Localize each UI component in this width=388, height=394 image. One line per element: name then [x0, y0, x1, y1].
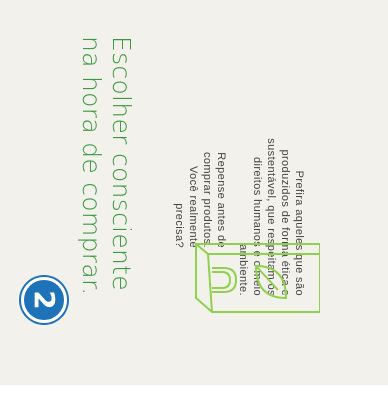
info-card: Escolher consciente na hora de comprar. …: [0, 0, 388, 385]
eco-shopping-bag-icon: [195, 243, 320, 313]
title-line-1: Escolher consciente: [107, 36, 136, 291]
rotated-content: Escolher consciente na hora de comprar. …: [0, 0, 388, 385]
title-line-2: na hora de comprar.: [77, 36, 106, 296]
paragraph-rethink: Repense antes de comprar produtos. Você …: [173, 151, 227, 248]
step-number-badge: 2: [21, 277, 67, 323]
card-title: Escolher consciente na hora de comprar.: [76, 36, 136, 366]
